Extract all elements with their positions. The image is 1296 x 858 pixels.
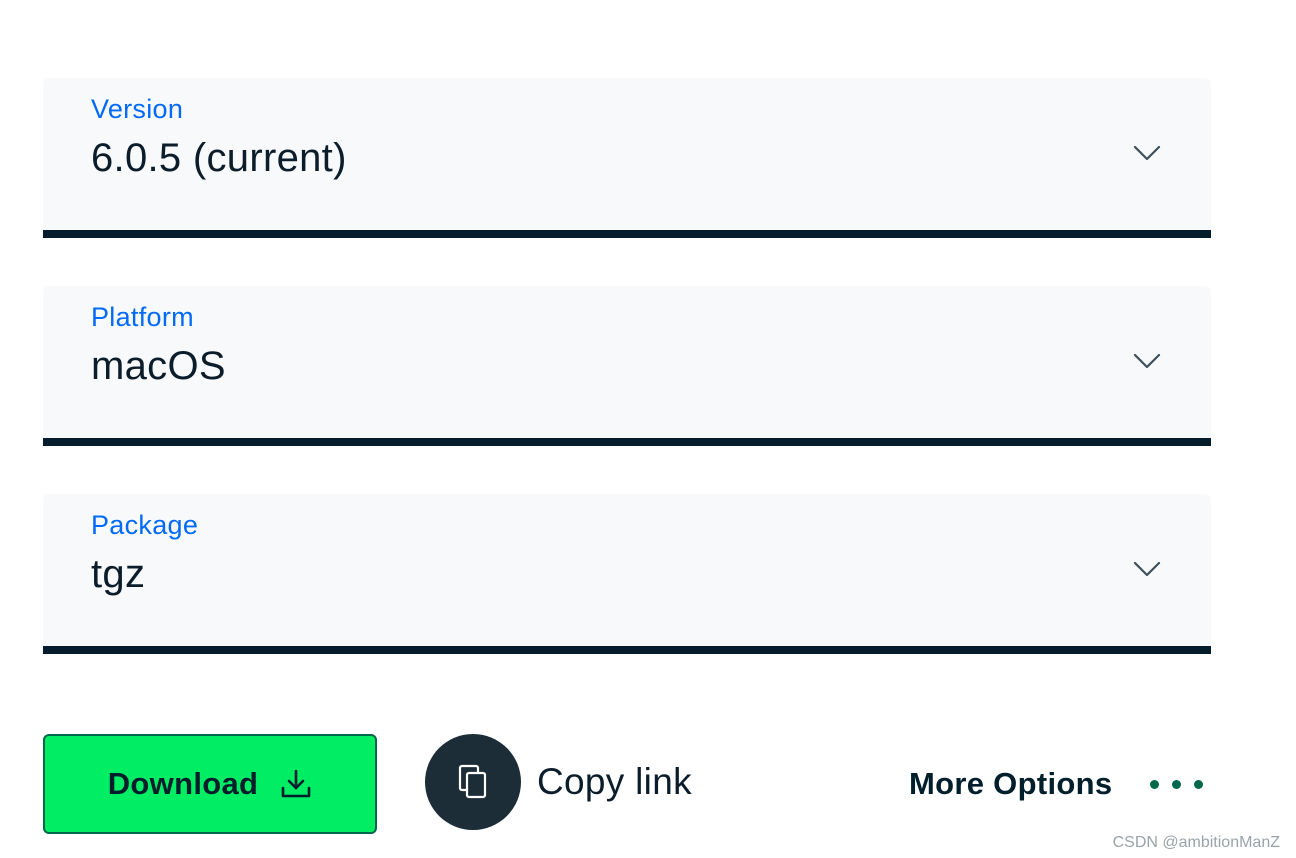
version-select[interactable]: Version 6.0.5 (current) <box>43 78 1211 238</box>
platform-select[interactable]: Platform macOS <box>43 286 1211 446</box>
version-value: 6.0.5 (current) <box>91 136 347 180</box>
copy-link-icon-circle[interactable] <box>425 734 521 830</box>
version-label: Version <box>91 94 184 124</box>
download-button[interactable]: Download <box>43 734 377 834</box>
more-options-label: More Options <box>909 766 1113 801</box>
download-button-label: Download <box>107 766 259 801</box>
copy-link-button[interactable]: Copy link <box>425 734 692 830</box>
more-options-button[interactable]: More Options <box>909 760 1204 808</box>
ellipsis-icon <box>1150 779 1204 789</box>
chevron-down-icon[interactable] <box>1133 352 1161 370</box>
package-select[interactable]: Package tgz <box>43 494 1211 654</box>
chevron-down-icon[interactable] <box>1133 560 1161 578</box>
copy-link-label: Copy link <box>537 761 692 802</box>
copy-icon <box>458 764 487 799</box>
download-icon <box>281 769 311 798</box>
platform-value: macOS <box>91 344 226 388</box>
platform-underline <box>43 438 1211 446</box>
watermark: CSDN @ambitionManZ <box>1112 834 1280 851</box>
package-underline <box>43 646 1211 654</box>
platform-label: Platform <box>91 302 194 332</box>
chevron-down-icon[interactable] <box>1133 144 1161 162</box>
version-underline <box>43 230 1211 238</box>
package-label: Package <box>91 510 199 540</box>
package-value: tgz <box>91 552 146 596</box>
